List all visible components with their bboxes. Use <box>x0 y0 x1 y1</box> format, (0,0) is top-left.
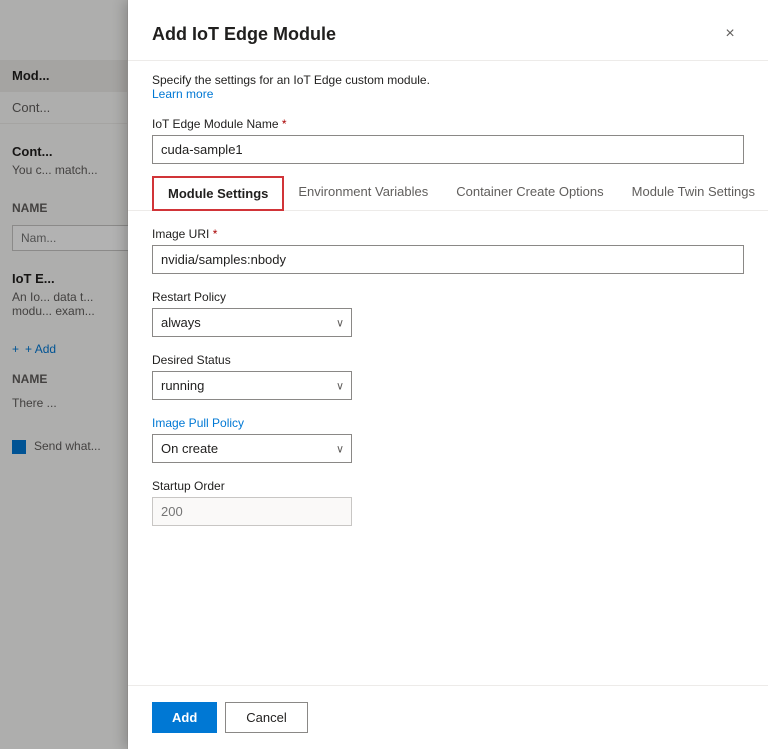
add-button[interactable]: Add <box>152 702 217 733</box>
required-indicator: * <box>282 117 287 131</box>
modal-close-button[interactable]: × <box>716 20 744 48</box>
modal-body: Image URI * Restart Policy always never … <box>128 211 768 685</box>
tab-container-create-options[interactable]: Container Create Options <box>442 176 617 210</box>
restart-policy-select[interactable]: always never on-failure on-unhealthy <box>152 308 352 337</box>
modal-description: Specify the settings for an IoT Edge cus… <box>128 61 768 105</box>
module-name-label: IoT Edge Module Name * <box>152 117 744 131</box>
modal-overlay: Add IoT Edge Module × Specify the settin… <box>0 0 768 749</box>
modal-footer: Add Cancel <box>128 685 768 749</box>
desired-status-label: Desired Status <box>152 353 744 367</box>
desired-status-wrapper: running stopped ∨ <box>152 371 352 400</box>
desired-status-select[interactable]: running stopped <box>152 371 352 400</box>
modal-tabs: Module Settings Environment Variables Co… <box>128 176 768 211</box>
image-pull-policy-label: Image Pull Policy <box>152 416 744 430</box>
startup-order-label: Startup Order <box>152 479 744 493</box>
tab-module-settings[interactable]: Module Settings <box>152 176 284 211</box>
tab-environment-variables[interactable]: Environment Variables <box>284 176 442 210</box>
startup-order-input[interactable] <box>152 497 352 526</box>
module-name-section: IoT Edge Module Name * <box>128 105 768 172</box>
learn-more-link[interactable]: Learn more <box>152 87 213 101</box>
image-pull-policy-select[interactable]: On create Never <box>152 434 352 463</box>
desired-status-group: Desired Status running stopped ∨ <box>152 353 744 400</box>
modal-dialog: Add IoT Edge Module × Specify the settin… <box>128 0 768 749</box>
image-uri-input[interactable] <box>152 245 744 274</box>
image-pull-policy-group: Image Pull Policy On create Never ∨ <box>152 416 744 463</box>
tab-module-twin-settings[interactable]: Module Twin Settings <box>618 176 768 210</box>
restart-policy-wrapper: always never on-failure on-unhealthy ∨ <box>152 308 352 337</box>
modal-title: Add IoT Edge Module <box>152 24 336 45</box>
image-uri-required: * <box>213 227 218 241</box>
startup-order-group: Startup Order <box>152 479 744 526</box>
modal-header: Add IoT Edge Module × <box>128 0 768 61</box>
restart-policy-label: Restart Policy <box>152 290 744 304</box>
restart-policy-group: Restart Policy always never on-failure o… <box>152 290 744 337</box>
image-pull-policy-wrapper: On create Never ∨ <box>152 434 352 463</box>
image-uri-label: Image URI * <box>152 227 744 241</box>
cancel-button[interactable]: Cancel <box>225 702 307 733</box>
module-name-input[interactable] <box>152 135 744 164</box>
image-uri-group: Image URI * <box>152 227 744 274</box>
